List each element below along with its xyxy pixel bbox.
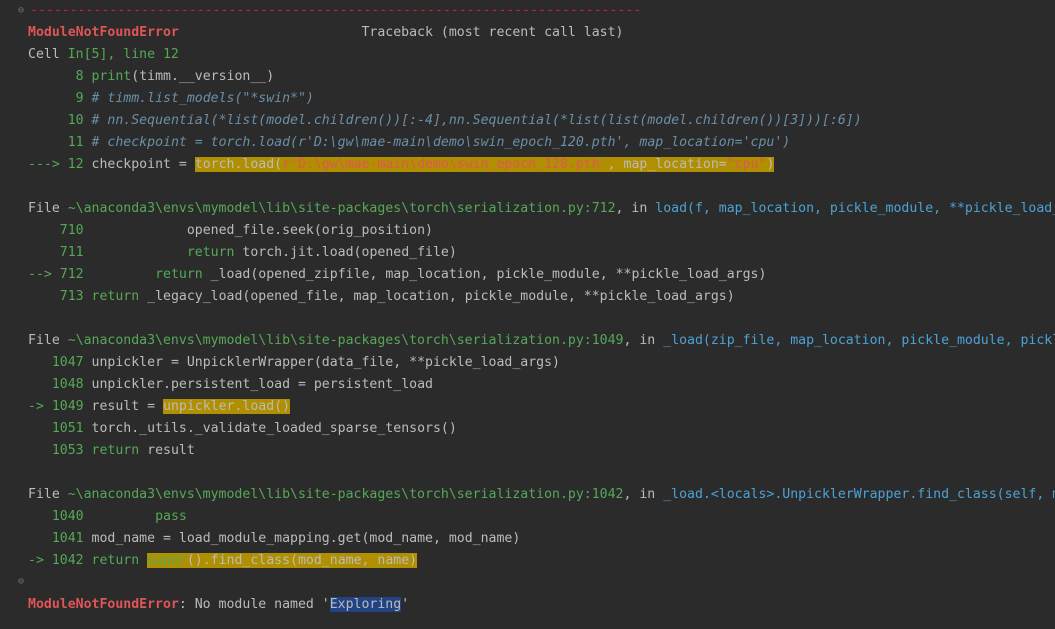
code-line-error: -> 1042 return super().find_class(mod_na… xyxy=(28,553,418,568)
cell-line-ref[interactable]: In[5], line 12 xyxy=(68,47,179,62)
error-name: ModuleNotFoundError xyxy=(28,25,179,40)
frame-header: File ~\anaconda3\envs\mymodel\lib\site-p… xyxy=(28,484,1055,506)
code-line: 711 return torch.jit.load(opened_file) xyxy=(59,245,457,260)
line-number: 1040 xyxy=(51,509,84,524)
line-number: 11 xyxy=(67,135,84,150)
function-args: (zip_file, map_location, pickle_module, … xyxy=(702,333,1055,348)
line-number: 12 xyxy=(67,157,84,172)
line-number: 8 xyxy=(75,69,84,84)
error-arrow: -> xyxy=(28,553,52,568)
unfold-icon[interactable]: ⊖ xyxy=(18,577,28,587)
highlighted-expression: unpickler.load() xyxy=(163,399,291,414)
cell-prefix: Cell xyxy=(28,47,68,62)
line-number: 712 xyxy=(59,267,84,282)
traceback-output: ⊖ --------------------------------------… xyxy=(0,0,1055,629)
code-line-error: -> 1049 result = unpickler.load() xyxy=(28,399,291,414)
error-arrow: -> xyxy=(28,399,52,414)
line-number: 1047 xyxy=(51,355,84,370)
error-name: ModuleNotFoundError xyxy=(28,597,179,612)
selected-module-name[interactable]: Exploring xyxy=(329,597,402,612)
traceback-header: ModuleNotFoundError Traceback (most rece… xyxy=(28,22,624,44)
line-number: 10 xyxy=(67,113,84,128)
highlighted-expression: super().find_class(mod_name, name) xyxy=(147,553,418,568)
file-link[interactable]: ~\anaconda3\envs\mymodel\lib\site-packag… xyxy=(68,333,624,348)
function-name: _load.<locals>.UnpicklerWrapper.find_cla… xyxy=(663,487,997,502)
line-number: 1049 xyxy=(51,399,84,414)
code-line: 710 opened_file.seek(orig_position) xyxy=(59,223,433,238)
code-line: 1040 pass xyxy=(51,509,187,524)
line-number: 1042 xyxy=(51,553,84,568)
frame-header: File ~\anaconda3\envs\mymodel\lib\site-p… xyxy=(28,198,1055,220)
frame-header: File ~\anaconda3\envs\mymodel\lib\site-p… xyxy=(28,330,1055,352)
code-line: 1048 unpickler.persistent_load = persist… xyxy=(51,377,433,392)
error-arrow: ---> xyxy=(28,157,68,172)
function-name: _load xyxy=(663,333,703,348)
separator-line: ----------------------------------------… xyxy=(30,3,642,18)
function-args: (f, map_location, pickle_module, **pickl… xyxy=(687,201,1055,216)
cell-location: Cell In[5], line 12 xyxy=(28,44,179,66)
error-arrow: --> xyxy=(28,267,60,282)
code-line: 1053 return result xyxy=(51,443,195,458)
code-comment: # timm.list_models("*swin*") xyxy=(91,91,314,106)
line-number: 710 xyxy=(59,223,84,238)
function-args: (self, mod_name, name) xyxy=(996,487,1055,502)
highlighted-expression: torch.load(r'D:\gw\mae-main\demo\swin_ep… xyxy=(194,157,775,172)
code-comment: # checkpoint = torch.load(r'D:\gw\mae-ma… xyxy=(91,135,791,150)
code-line: 1051 torch._utils._validate_loaded_spars… xyxy=(51,421,457,436)
fold-icon[interactable]: ⊖ xyxy=(18,6,28,16)
line-number: 711 xyxy=(59,245,84,260)
line-number: 1051 xyxy=(51,421,84,436)
code-line: 713 return _legacy_load(opened_file, map… xyxy=(59,289,735,304)
line-number: 9 xyxy=(75,91,84,106)
line-number: 1048 xyxy=(51,377,84,392)
code-line: 9 # timm.list_models("*swin*") xyxy=(28,88,314,110)
code-line-error: ---> 12 checkpoint = torch.load(r'D:\gw\… xyxy=(28,157,775,172)
code-line: 10 # nn.Sequential(*list(model.children(… xyxy=(28,110,862,132)
file-link[interactable]: ~\anaconda3\envs\mymodel\lib\site-packag… xyxy=(68,201,616,216)
line-number: 1041 xyxy=(51,531,84,546)
code-line-error: --> 712 return _load(opened_zipfile, map… xyxy=(28,267,767,282)
file-link[interactable]: ~\anaconda3\envs\mymodel\lib\site-packag… xyxy=(68,487,624,502)
error-message: ModuleNotFoundError: No module named 'Ex… xyxy=(28,597,410,612)
code-line: 11 # checkpoint = torch.load(r'D:\gw\mae… xyxy=(28,132,791,154)
code-line: 1041 mod_name = load_module_mapping.get(… xyxy=(51,531,521,546)
code-line: 8 print(timm.__version__) xyxy=(75,69,275,84)
function-name: load xyxy=(655,201,688,216)
code-line: 1047 unpickler = UnpicklerWrapper(data_f… xyxy=(51,355,560,370)
code-comment: # nn.Sequential(*list(model.children())[… xyxy=(91,113,862,128)
line-number: 1053 xyxy=(51,443,84,458)
line-number: 713 xyxy=(59,289,84,304)
traceback-label: Traceback (most recent call last) xyxy=(361,25,624,40)
